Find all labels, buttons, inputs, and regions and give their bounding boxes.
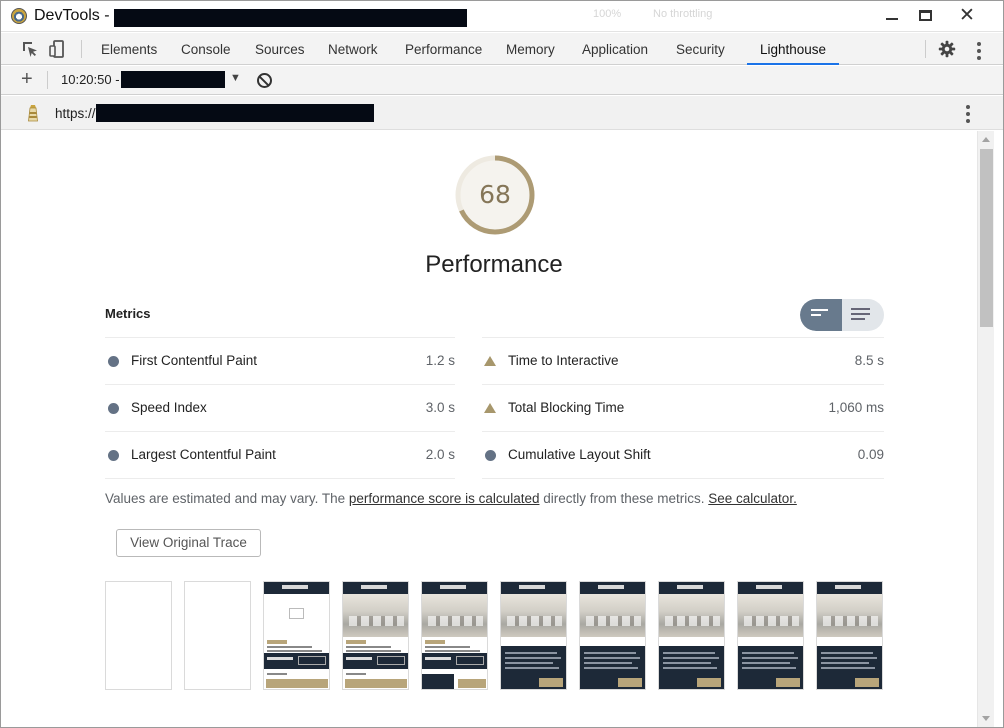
metrics-divider: [482, 478, 884, 479]
category-title: Performance: [425, 251, 563, 278]
metrics-header: Metrics: [105, 306, 151, 321]
metric-row: Speed Index 3.0 s: [105, 384, 455, 430]
average-marker-icon: [485, 450, 496, 461]
filmstrip-frame-photo: [421, 581, 488, 690]
vertical-scrollbar[interactable]: [977, 131, 994, 727]
filmstrip-frame-photo: [342, 581, 409, 690]
report-url[interactable]: https://: [55, 106, 96, 121]
lighthouse-report: 68 Performance Metrics First Contentful …: [11, 131, 977, 727]
lighthouse-toolbar: + 10:20:50 - ▼: [1, 66, 1003, 95]
maximize-icon: [918, 9, 932, 21]
toolbar-divider: [81, 40, 82, 58]
device-toggle-icon[interactable]: [49, 40, 67, 58]
disclaimer-text: directly from these metrics.: [539, 491, 709, 506]
lines-long-icon: [851, 308, 870, 323]
metric-label: Largest Contentful Paint: [131, 447, 276, 462]
filmstrip-frame-dark: [737, 581, 804, 690]
average-marker-icon: [108, 356, 119, 367]
metric-row: Cumulative Layout Shift 0.09: [482, 431, 884, 477]
metrics-view-toggle[interactable]: [800, 299, 884, 331]
clear-reports-icon[interactable]: [257, 73, 272, 88]
metrics-disclaimer: Values are estimated and may vary. The p…: [105, 491, 797, 506]
scrollbar-thumb[interactable]: [980, 149, 993, 327]
score-calculation-link[interactable]: performance score is calculated: [349, 491, 540, 506]
close-icon: ✕: [959, 3, 975, 26]
metric-row: Time to Interactive 8.5 s: [482, 337, 884, 383]
metric-value: 1,060 ms: [828, 400, 884, 415]
more-vert-icon[interactable]: [977, 42, 981, 60]
lines-short-icon: [811, 309, 828, 319]
filmstrip-frame-blank: [184, 581, 251, 690]
ghost-throttle-text: No throttling: [653, 8, 713, 20]
window-edge: [994, 131, 1003, 727]
devtools-tab-bar: Elements Console Sources Network Perform…: [1, 33, 1003, 65]
filmstrip-frame-dark: [658, 581, 725, 690]
filmstrip-frame-dark: [816, 581, 883, 690]
metric-row: Total Blocking Time 1,060 ms: [482, 384, 884, 430]
report-selector[interactable]: 10:20:50 -: [61, 72, 120, 87]
average-marker-icon: [108, 450, 119, 461]
image-placeholder-icon: [289, 608, 304, 619]
tab-sources[interactable]: Sources: [255, 33, 305, 65]
fail-marker-icon: [484, 356, 496, 366]
report-url-bar: https://: [1, 96, 1003, 130]
tab-lighthouse[interactable]: Lighthouse: [747, 33, 839, 65]
scroll-down-icon[interactable]: [982, 716, 990, 721]
performance-gauge[interactable]: 68: [453, 153, 537, 237]
filmstrip-frame-loading: [263, 581, 330, 690]
redacted-title: [114, 9, 467, 27]
tab-performance[interactable]: Performance: [405, 33, 482, 65]
devtools-app-icon: [11, 8, 27, 24]
metric-row: Largest Contentful Paint 2.0 s: [105, 431, 455, 477]
metric-label: Speed Index: [131, 400, 207, 415]
fail-marker-icon: [484, 403, 496, 413]
metric-label: Time to Interactive: [508, 353, 619, 368]
disclaimer-text: Values are estimated and may vary. The: [105, 491, 349, 506]
metric-value: 2.0 s: [425, 447, 455, 462]
tab-console[interactable]: Console: [181, 33, 231, 65]
chevron-down-icon[interactable]: ▼: [230, 72, 241, 84]
tab-memory[interactable]: Memory: [506, 33, 555, 65]
window-title: DevTools -: [34, 7, 110, 24]
see-calculator-link[interactable]: See calculator.: [708, 491, 797, 506]
gear-icon[interactable]: [938, 40, 956, 58]
metric-label: First Contentful Paint: [131, 353, 258, 368]
filmstrip-frame-dark: [579, 581, 646, 690]
ghost-zoom-text: 100%: [593, 8, 622, 20]
metric-label: Total Blocking Time: [508, 400, 625, 415]
toolbar-divider: [925, 40, 926, 58]
metric-value: 8.5 s: [854, 353, 884, 368]
redacted-url: [96, 104, 374, 122]
minimize-icon: [886, 18, 898, 20]
metrics-divider: [105, 478, 455, 479]
metric-value: 3.0 s: [425, 400, 455, 415]
average-marker-icon: [108, 403, 119, 414]
performance-score: 68: [479, 180, 511, 209]
filmstrip-frame-dark: [500, 581, 567, 690]
close-button[interactable]: ✕: [952, 4, 982, 26]
lighthouse-icon: [28, 105, 38, 122]
tab-security[interactable]: Security: [676, 33, 725, 65]
new-report-button[interactable]: +: [21, 68, 33, 91]
devtools-window: DevTools - 100% No throttling ✕ Elements…: [0, 0, 1004, 728]
scroll-up-icon[interactable]: [982, 137, 990, 142]
metric-row: First Contentful Paint 1.2 s: [105, 337, 455, 383]
tab-elements[interactable]: Elements: [101, 33, 157, 65]
inspect-element-icon[interactable]: [21, 40, 39, 58]
compact-view-button[interactable]: [800, 299, 842, 331]
toolbar-divider: [47, 71, 48, 89]
maximize-button[interactable]: [910, 4, 940, 26]
minimize-button[interactable]: [877, 4, 907, 26]
tab-application[interactable]: Application: [582, 33, 648, 65]
view-original-trace-button[interactable]: View Original Trace: [116, 529, 261, 557]
redacted-report-name: [121, 71, 225, 88]
filmstrip-frame-blank: [105, 581, 172, 690]
tab-network[interactable]: Network: [328, 33, 378, 65]
metric-label: Cumulative Layout Shift: [508, 447, 651, 462]
expanded-view-button[interactable]: [842, 299, 884, 331]
report-menu-icon[interactable]: [966, 105, 970, 123]
title-bar: DevTools - 100% No throttling ✕: [1, 1, 1003, 32]
metric-value: 1.2 s: [425, 353, 455, 368]
metric-value: 0.09: [857, 447, 884, 462]
